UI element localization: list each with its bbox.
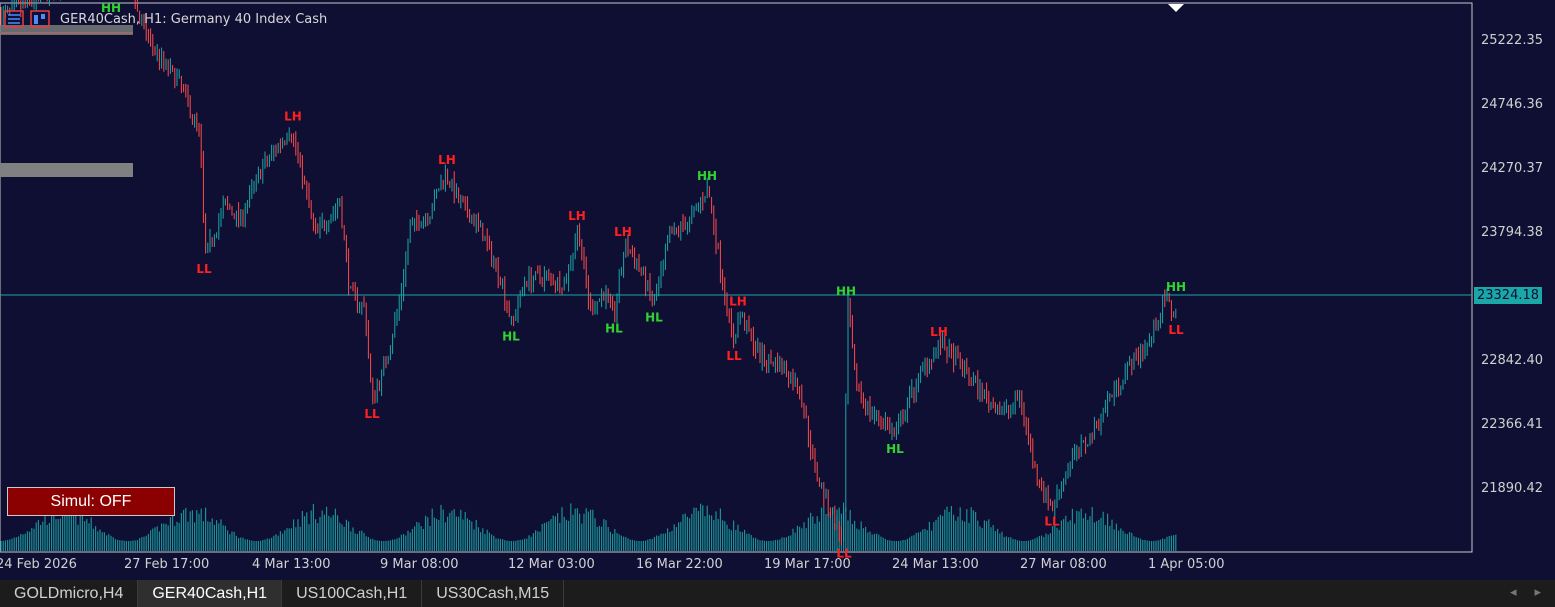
- tab-scroll-controls: ◂ ▸: [1510, 584, 1541, 600]
- price-axis-label: 23794.38: [1480, 225, 1543, 240]
- chart-title-bar: GER40Cash, H1: Germany 40 Index Cash: [4, 9, 327, 29]
- swing-label-hh: HH: [697, 169, 717, 183]
- price-axis-label: 22366.41: [1480, 417, 1543, 432]
- tab-ger40cash-h1[interactable]: GER40Cash,H1: [138, 580, 283, 607]
- swing-label-ll: LL: [196, 262, 212, 276]
- chart-area[interactable]: HH LL LH LL LH HL LH HL LH HL HH LH LL HH LL LH HL LL HH LL…: [0, 0, 1555, 580]
- price-axis-label: 22842.40: [1480, 353, 1543, 368]
- simul-toggle-button[interactable]: Simul: OFF: [7, 487, 175, 516]
- swing-label-ll: LL: [364, 407, 380, 421]
- time-axis-label: 27 Feb 17:00: [124, 557, 210, 572]
- swing-label-ll: LL: [1168, 323, 1184, 337]
- swing-label-lh: LH: [729, 294, 747, 308]
- swing-label-lh: LH: [438, 153, 456, 167]
- time-axis-label: 9 Mar 08:00: [380, 557, 459, 572]
- swing-label-hl: HL: [645, 310, 663, 324]
- swing-label-hl: HL: [502, 330, 520, 344]
- scroll-left-icon[interactable]: ◂: [1510, 584, 1517, 600]
- time-axis-label: 27 Mar 08:00: [1020, 557, 1107, 572]
- swing-label-hl: HL: [605, 322, 623, 336]
- price-axis-label: 24746.36: [1480, 97, 1543, 112]
- time-axis-label: 4 Mar 13:00: [252, 557, 331, 572]
- tab-us30cash-m15[interactable]: US30Cash,M15: [422, 580, 565, 607]
- time-axis-label: 1 Apr 05:00: [1148, 557, 1225, 572]
- current-price-badge: 23324.18: [1474, 287, 1542, 304]
- swing-label-hl: HL: [886, 442, 904, 456]
- time-axis-label: 12 Mar 03:00: [508, 557, 595, 572]
- tab-goldmicro-h4[interactable]: GOLDmicro,H4: [0, 580, 139, 607]
- swing-label-ll: LL: [1044, 515, 1060, 529]
- chart-canvas[interactable]: HHLLLHLLLHHLLHHLLHHLHHLHLLHHLLLHHLLLHHLL: [0, 0, 1555, 580]
- chart-frame: [0, 2, 1473, 553]
- swing-label-lh: LH: [930, 325, 948, 339]
- swing-label-lh: LH: [284, 109, 302, 123]
- chart-title: GER40Cash, H1: Germany 40 Index Cash: [60, 11, 328, 27]
- gray-zone-mid: [0, 163, 133, 177]
- price-axis-label: 21890.42: [1480, 481, 1543, 496]
- swing-label-hh: HH: [1166, 280, 1186, 294]
- chart-window-icon[interactable]: [30, 10, 50, 28]
- scroll-right-icon[interactable]: ▸: [1534, 584, 1541, 600]
- time-axis-label: 24 Feb 2026: [0, 557, 77, 572]
- swing-label-lh: LH: [614, 225, 632, 239]
- swing-label-ll: LL: [726, 349, 742, 363]
- time-axis-label: 24 Mar 13:00: [892, 557, 979, 572]
- tab-us100cash-h1[interactable]: US100Cash,H1: [282, 580, 423, 607]
- price-axis-label: 24270.37: [1480, 161, 1543, 176]
- swing-label-hh: HH: [836, 285, 856, 299]
- time-axis-label: 16 Mar 22:00: [636, 557, 723, 572]
- chart-list-icon[interactable]: [4, 10, 24, 28]
- swing-label-lh: LH: [568, 209, 586, 223]
- chart-tabs: GOLDmicro,H4 GER40Cash,H1 US100Cash,H1 U…: [0, 580, 1555, 607]
- price-axis-label: 25222.35: [1480, 33, 1543, 48]
- time-axis-label: 19 Mar 17:00: [764, 557, 851, 572]
